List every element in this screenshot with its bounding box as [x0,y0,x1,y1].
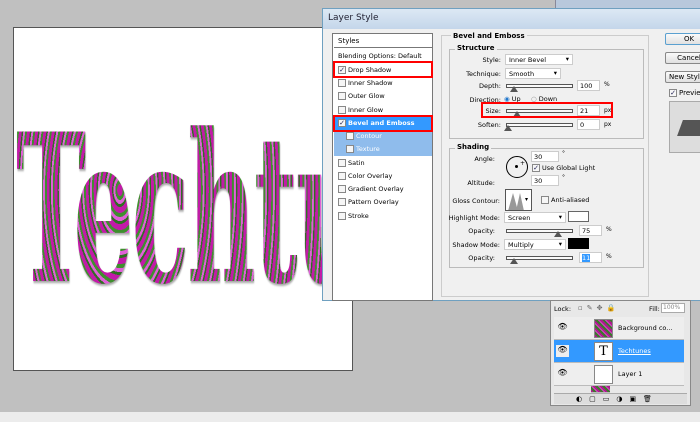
cancel-button[interactable]: Cancel [665,52,700,64]
shadow-opacity-label: Opacity: [468,254,495,262]
checkbox-checked-icon: ✓ [532,164,540,172]
highlight-opacity-label: Opacity: [468,227,495,235]
checkbox-checked-icon: ✓ [669,89,677,97]
chevron-down-icon: ▾ [525,196,529,203]
layer-row-selected[interactable]: 👁 T Techtunes [554,340,684,363]
gloss-contour-picker[interactable]: ▾ [505,189,532,211]
checkbox-icon[interactable] [338,159,346,167]
style-pattern-overlay[interactable]: Pattern Overlay [334,196,432,209]
highlight-opacity-input[interactable]: 75 [579,225,602,236]
use-global-light-checkbox[interactable]: ✓ Use Global Light [532,164,595,172]
flower-text-art: Techtu [16,108,352,313]
checkbox-icon[interactable] [338,198,346,206]
layer-row[interactable]: 👁 Layer 1 [554,363,684,386]
checkbox-icon[interactable] [346,145,354,153]
dialog-title: Layer Style [323,9,700,29]
angle-degree: ° [562,150,565,157]
soften-label: Soften: [477,121,501,129]
depth-slider[interactable] [506,84,573,92]
style-texture[interactable]: Texture [334,143,432,156]
layer-thumbnail [594,319,613,338]
highlight-color-swatch[interactable] [568,211,589,222]
layer-thumbnail [591,386,610,393]
preview-checkbox[interactable]: ✓Preview [669,89,700,97]
shadow-opacity-slider[interactable] [506,256,573,264]
soften-slider[interactable] [504,123,573,131]
background-window [555,0,700,8]
highlight-box [333,115,433,132]
checkbox-icon[interactable] [338,185,346,193]
checkbox-icon[interactable] [338,92,346,100]
highlight-mode-select[interactable]: Screen [504,212,566,223]
layer-style-dialog: Layer Style Styles Blending Options: Def… [322,8,700,301]
checkbox-icon[interactable] [338,106,346,114]
altitude-degree: ° [562,174,565,181]
fill-input[interactable]: 100% [661,303,685,313]
lock-label: Lock: [554,305,572,313]
section-title: Bevel and Emboss [451,32,527,40]
altitude-input[interactable]: 30 [531,175,559,186]
angle-dial[interactable]: + [506,156,528,178]
eye-icon[interactable]: 👁 [556,368,569,380]
style-gradient-overlay[interactable]: Gradient Overlay [334,183,432,196]
text-layer-icon: T [594,342,613,361]
depth-input[interactable]: 100 [577,80,600,91]
style-color-overlay[interactable]: Color Overlay [334,170,432,183]
style-stroke[interactable]: Stroke [334,210,432,223]
technique-label: Technique: [466,70,501,78]
shadow-opacity-unit: % [606,253,612,260]
highlight-opacity-unit: % [606,226,612,233]
soften-input[interactable]: 0 [577,119,600,130]
angle-input[interactable]: 30 [531,151,559,162]
layers-panel: Lock: ▫✎✥🔒 Fill: 100% 👁 Background co... … [550,300,691,406]
depth-label: Depth: [479,82,501,90]
style-select[interactable]: Inner Bevel [505,54,573,65]
style-label: Style: [482,56,501,64]
highlight-box [333,61,433,78]
highlight-opacity-slider[interactable] [506,229,573,237]
depth-unit: % [604,81,610,88]
style-satin[interactable]: Satin [334,157,432,170]
checkbox-icon [541,196,549,204]
ok-button[interactable]: OK [665,33,700,45]
layer-thumbnail [594,365,613,384]
style-preview-thumbnail [669,101,700,153]
checkbox-icon[interactable] [338,172,346,180]
status-bar [0,412,700,422]
checkbox-icon[interactable] [338,79,346,87]
fill-label: Fill: [649,305,660,313]
shadow-color-swatch[interactable] [568,238,589,249]
layers-toolbar[interactable]: ◐▢▭◑▣🗑 [554,393,687,404]
highlight-mode-label: Highlight Mode: [448,214,500,222]
shadow-mode-select[interactable]: Multiply [504,239,566,250]
technique-select[interactable]: Smooth [505,68,561,79]
document-canvas[interactable]: Techtu [13,27,353,371]
eye-icon[interactable]: 👁 [556,345,569,357]
lock-icons[interactable]: ▫✎✥🔒 [578,304,619,312]
altitude-label: Altitude: [467,179,495,187]
new-style-button[interactable]: New Style... [665,71,700,83]
shading-title: Shading [455,143,492,151]
style-outer-glow[interactable]: Outer Glow [334,90,432,103]
anti-aliased-checkbox[interactable]: Anti-aliased [541,196,589,204]
layer-row[interactable]: 👁 Background co... [554,317,684,340]
style-inner-shadow[interactable]: Inner Shadow [334,77,432,90]
shadow-mode-label: Shadow Mode: [452,241,500,249]
highlight-box [481,102,613,118]
structure-title: Structure [455,44,497,52]
soften-unit: px [604,121,612,128]
gloss-contour-label: Gloss Contour: [452,197,500,205]
shadow-opacity-input[interactable]: 11 [579,252,602,263]
checkbox-icon[interactable] [338,212,346,220]
checkbox-icon[interactable] [346,132,354,140]
angle-label: Angle: [474,155,495,163]
styles-header: Styles [334,35,432,48]
eye-icon[interactable]: 👁 [556,322,569,334]
